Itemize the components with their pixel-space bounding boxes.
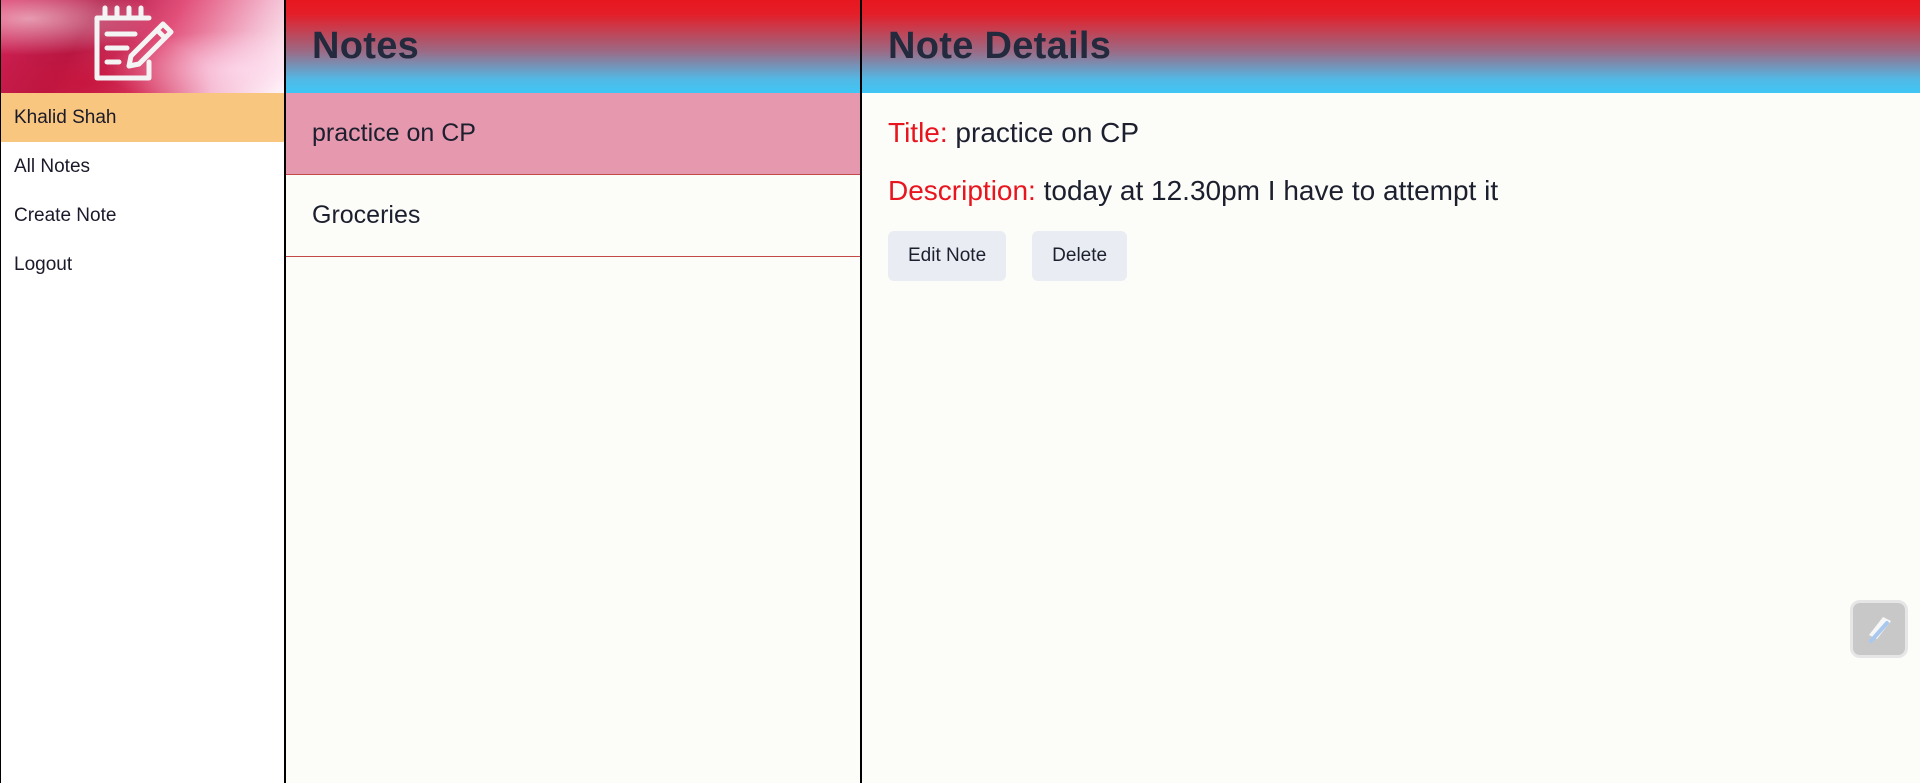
sidebar-item-user[interactable]: Khalid Shah <box>1 93 284 142</box>
note-title-line: Title: practice on CP <box>888 115 1894 151</box>
note-description-line: Description: today at 12.30pm I have to … <box>888 173 1894 209</box>
note-list-item[interactable]: practice on CP <box>286 93 860 175</box>
extension-icon <box>1869 617 1891 643</box>
action-buttons: Edit Note Delete <box>888 231 1894 281</box>
description-label: Description: <box>888 175 1036 206</box>
sidebar-item-logout[interactable]: Logout <box>1 240 284 289</box>
description-value: today at 12.30pm I have to attempt it <box>1043 175 1499 206</box>
notepad-pencil-icon <box>94 5 174 81</box>
details-body: Title: practice on CP Description: today… <box>862 93 1920 303</box>
sidebar: Khalid Shah All Notes Create Note Logout <box>0 0 286 783</box>
sidebar-item-all-notes[interactable]: All Notes <box>1 142 284 191</box>
details-header: Note Details <box>862 0 1920 93</box>
delete-button[interactable]: Delete <box>1032 231 1128 281</box>
app: Khalid Shah All Notes Create Note Logout… <box>0 0 1920 783</box>
notes-panel: Notes practice on CP Groceries <box>286 0 862 783</box>
logo-banner <box>1 0 284 93</box>
sidebar-item-create-note[interactable]: Create Note <box>1 191 284 240</box>
note-list-item[interactable]: Groceries <box>286 175 860 257</box>
details-panel: Note Details Title: practice on CP Descr… <box>862 0 1920 783</box>
extension-button[interactable] <box>1850 600 1908 658</box>
title-value: practice on CP <box>955 117 1140 148</box>
notes-title: Notes <box>312 25 420 67</box>
title-label: Title: <box>888 117 948 148</box>
details-title: Note Details <box>888 25 1112 67</box>
edit-note-button[interactable]: Edit Note <box>888 231 1007 281</box>
notes-header: Notes <box>286 0 860 93</box>
